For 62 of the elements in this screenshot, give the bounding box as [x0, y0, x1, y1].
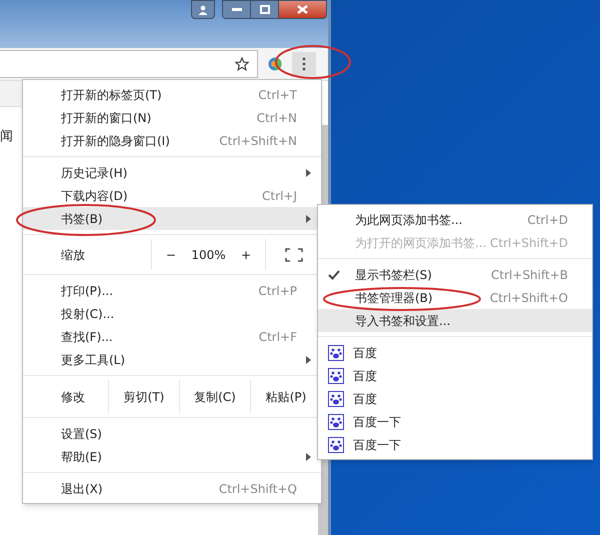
bookmark-item[interactable]: 百度一下 — [318, 410, 592, 433]
shortcut-text: Ctrl+Shift+B — [491, 266, 568, 284]
submenu-item[interactable]: 导入书签和设置... — [318, 309, 592, 332]
close-button[interactable] — [279, 1, 326, 18]
menu-item[interactable]: 下载内容(D) Ctrl+J — [23, 184, 321, 207]
menu-item[interactable]: 打开新的标签页(T) Ctrl+T — [23, 83, 321, 106]
shortcut-text: Ctrl+N — [256, 110, 297, 126]
menu-item[interactable]: 打开新的窗口(N) Ctrl+N — [23, 106, 321, 129]
fullscreen-icon[interactable] — [284, 248, 302, 262]
bookmark-item[interactable]: 百度 — [318, 364, 592, 387]
menu-icon — [302, 57, 306, 71]
minimize-icon — [232, 8, 242, 12]
shortcut-text: Ctrl+P — [258, 282, 297, 300]
menu-item[interactable]: 帮助(E) — [23, 445, 321, 468]
menu-item[interactable]: 退出(X) Ctrl+Shift+Q — [23, 477, 321, 500]
bookmark-item[interactable]: 百度 — [318, 387, 592, 410]
menu-item[interactable]: 打印(P)... Ctrl+P — [23, 279, 321, 302]
menu-item[interactable]: 历史记录(H) — [23, 161, 321, 184]
shortcut-text: Ctrl+D — [527, 212, 568, 228]
paw-icon — [328, 436, 344, 452]
shortcut-text: Ctrl+T — [258, 86, 297, 104]
extension-icon[interactable] — [268, 57, 282, 71]
submenu-item[interactable]: 为此网页添加书签... Ctrl+D — [318, 208, 592, 231]
menu-item[interactable]: 查找(F)... Ctrl+F — [23, 325, 321, 348]
close-icon — [297, 5, 308, 14]
bookmark-item[interactable]: 百度 — [318, 341, 592, 364]
user-button[interactable] — [191, 0, 215, 19]
shortcut-text: Ctrl+J — [262, 188, 297, 204]
menu-item[interactable]: 打开新的隐身窗口(I) Ctrl+Shift+N — [23, 129, 321, 152]
submenu-arrow-icon — [306, 168, 311, 176]
shortcut-text: Ctrl+Shift+D — [490, 234, 568, 252]
submenu-arrow-icon — [306, 356, 311, 364]
person-icon — [198, 4, 208, 14]
zoom-in-button[interactable]: + — [227, 246, 265, 264]
maximize-icon — [260, 5, 270, 14]
paw-icon — [328, 344, 344, 360]
address-field[interactable] — [0, 50, 258, 78]
submenu-arrow-icon — [306, 452, 311, 460]
zoom-label: 缩放 — [60, 246, 86, 264]
paw-icon — [328, 390, 344, 406]
menu-item[interactable]: 投射(C)... — [23, 302, 321, 325]
page-text: 闻 — [0, 129, 13, 145]
paw-icon — [328, 414, 344, 430]
zoom-level-text: 100% — [190, 246, 227, 264]
paw-icon — [328, 368, 344, 384]
maximize-button[interactable] — [251, 1, 279, 18]
shortcut-text: Ctrl+Shift+N — [219, 132, 297, 150]
minimize-button[interactable] — [223, 1, 251, 18]
menu-item[interactable]: 设置(S) — [23, 422, 321, 445]
menu-button[interactable] — [292, 52, 316, 76]
menu-item[interactable]: 更多工具(L) — [23, 348, 321, 371]
bookmark-item[interactable]: 百度一下 — [318, 433, 592, 456]
shortcut-text: Ctrl+Shift+O — [490, 290, 568, 306]
submenu-arrow-icon — [306, 214, 311, 222]
edit-action-button[interactable]: 复制(C) — [179, 380, 250, 413]
shortcut-text: Ctrl+Shift+Q — [218, 480, 297, 498]
edit-action-button[interactable]: 剪切(T) — [108, 380, 179, 413]
submenu-item[interactable]: 显示书签栏(S) Ctrl+Shift+B — [318, 263, 592, 286]
shortcut-text: Ctrl+F — [258, 328, 297, 346]
star-icon[interactable] — [235, 57, 249, 71]
zoom-out-button[interactable]: − — [152, 246, 190, 264]
edit-label: 修改 — [60, 388, 86, 406]
